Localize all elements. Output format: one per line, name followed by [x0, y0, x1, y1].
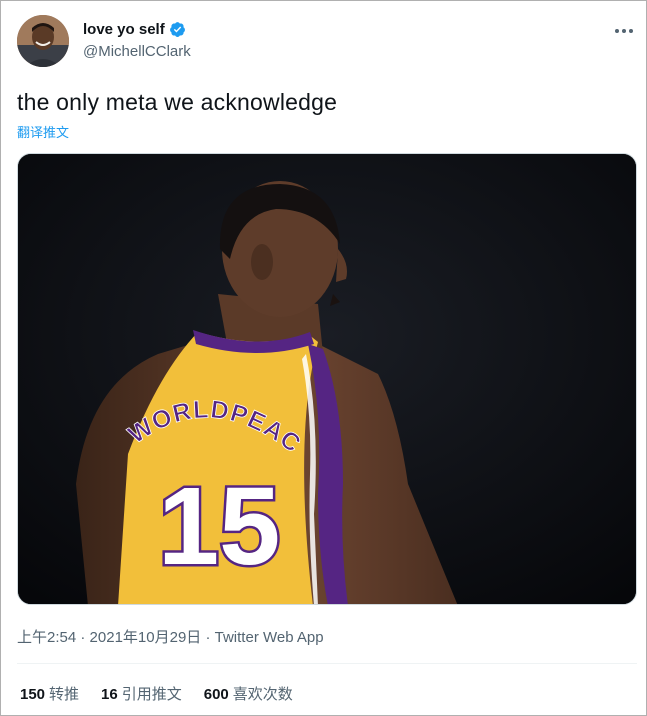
avatar[interactable] — [17, 15, 69, 67]
tweet-date[interactable]: 2021年10月29日 — [90, 629, 202, 646]
tweet-text: the only meta we acknowledge — [17, 89, 338, 115]
meta-separator: · — [201, 629, 215, 646]
jersey-number-text: 15 — [158, 465, 280, 588]
retweets-label: 转推 — [49, 686, 80, 703]
tweet-media-photo[interactable]: WORLDPEACE 15 — [17, 153, 637, 605]
tweet-timestamp-row: 上午2:54 · 2021年10月29日 · Twitter Web App — [17, 626, 324, 647]
tweet-card: love yo self @MichellCClark the only met… — [0, 0, 647, 716]
quotes-label: 引用推文 — [121, 686, 182, 703]
tweet-header: love yo self @MichellCClark — [17, 15, 637, 71]
verified-badge-icon — [169, 21, 186, 38]
retweets-stat[interactable]: 150 转推 — [20, 683, 79, 704]
quote-tweets-stat[interactable]: 16 引用推文 — [101, 683, 182, 704]
meta-separator: · — [76, 629, 90, 646]
engagement-stats: 150 转推 16 引用推文 600 喜欢次数 — [20, 683, 293, 704]
likes-stat[interactable]: 600 喜欢次数 — [204, 683, 293, 704]
more-options-icon[interactable] — [611, 21, 637, 41]
author-names: love yo self @MichellCClark — [83, 21, 191, 60]
likes-label: 喜欢次数 — [232, 686, 293, 703]
display-name-row: love yo self — [83, 21, 191, 38]
tweet-source: Twitter Web App — [214, 629, 324, 646]
retweets-count: 150 — [20, 686, 46, 703]
translate-tweet-link[interactable]: 翻译推文 — [17, 122, 69, 141]
display-name[interactable]: love yo self — [83, 21, 165, 38]
tweet-time[interactable]: 上午2:54 — [17, 629, 76, 646]
quotes-count: 16 — [101, 686, 118, 703]
likes-count: 600 — [203, 686, 229, 703]
author-handle[interactable]: @MichellCClark — [83, 43, 191, 60]
divider — [17, 663, 637, 664]
